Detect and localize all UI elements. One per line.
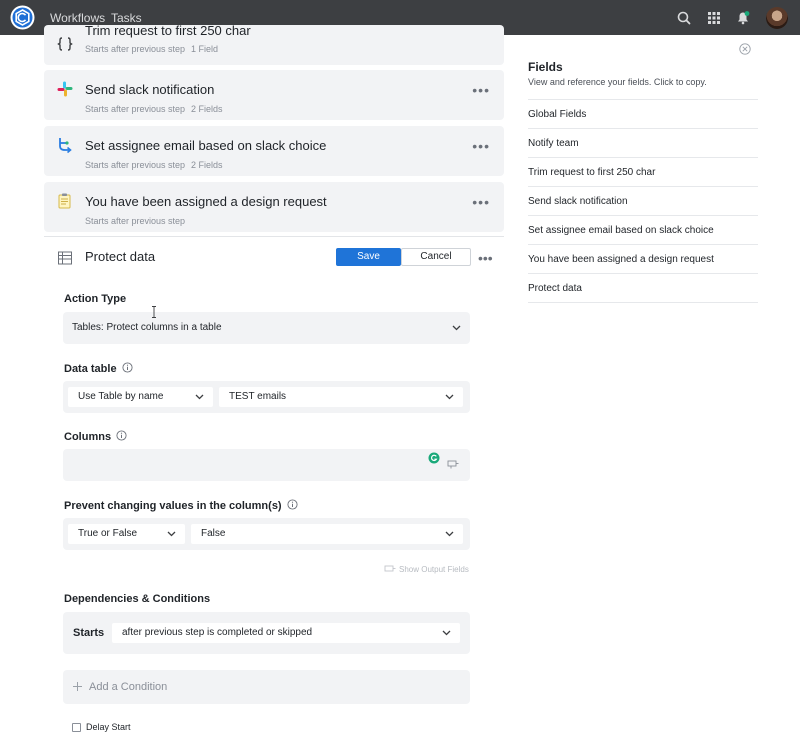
chevron-down-icon — [195, 394, 204, 400]
slack-icon — [57, 81, 73, 97]
action-type-value: Tables: Protect columns in a table — [72, 322, 222, 333]
chevron-down-icon — [442, 630, 451, 636]
search-icon[interactable] — [676, 10, 692, 26]
app-logo-icon[interactable] — [10, 5, 35, 30]
step-start-text: Starts after previous step — [85, 104, 186, 114]
field-item-trim-request[interactable]: Trim request to first 250 char — [528, 158, 758, 187]
step-subtitle: Starts after previous step 2 Fields — [85, 160, 223, 170]
step-editor-protect-data: Protect data Save Cancel ••• Action Type… — [44, 236, 504, 741]
field-item-notify-team[interactable]: Notify team — [528, 129, 758, 158]
step-menu-icon[interactable]: ••• — [472, 83, 490, 97]
step-title: Trim request to first 250 char — [85, 23, 251, 38]
user-avatar[interactable] — [766, 7, 788, 29]
info-icon[interactable] — [122, 362, 133, 373]
info-icon[interactable] — [287, 499, 298, 510]
prevent-type-select[interactable]: True or False — [68, 524, 185, 544]
data-table-value: TEST emails — [229, 391, 287, 402]
step-field-count: 2 Fields — [191, 104, 223, 114]
delay-start-checkbox-row[interactable]: Delay Start — [72, 722, 152, 734]
close-icon[interactable] — [739, 43, 751, 55]
step-title: Send slack notification — [85, 82, 215, 97]
table-icon — [58, 251, 72, 265]
chevron-down-icon — [445, 394, 454, 400]
step-card-send-slack[interactable]: Send slack notification Starts after pre… — [44, 70, 504, 120]
data-table-select[interactable]: TEST emails — [219, 387, 463, 407]
data-table-mode-value: Use Table by name — [78, 391, 164, 402]
prevent-value-select[interactable]: False — [191, 524, 463, 544]
fields-side-panel: Fields View and reference your fields. C… — [517, 35, 800, 741]
step-subtitle: Starts after previous step — [85, 216, 185, 226]
show-output-fields-label: Show Output Fields — [399, 565, 469, 574]
step-title: You have been assigned a design request — [85, 194, 327, 209]
fields-list: Global Fields Notify team Trim request t… — [528, 99, 758, 303]
field-item-send-slack[interactable]: Send slack notification — [528, 187, 758, 216]
field-item-global-fields[interactable]: Global Fields — [528, 100, 758, 129]
data-table-panel: Use Table by name TEST emails — [63, 381, 470, 413]
prevent-type-value: True or False — [78, 528, 138, 539]
output-fields-icon — [384, 565, 396, 572]
data-table-label-text: Data table — [64, 363, 117, 375]
insert-field-icon[interactable] — [447, 458, 459, 470]
notepad-icon — [58, 193, 71, 209]
starts-label: Starts — [73, 627, 105, 639]
text-cursor-icon — [152, 306, 156, 318]
step-editor-title: Protect data — [85, 249, 156, 264]
columns-input[interactable] — [63, 449, 470, 481]
columns-label: Columns — [64, 430, 127, 443]
cancel-button[interactable]: Cancel — [401, 248, 471, 266]
prevent-value: False — [201, 528, 226, 539]
starts-panel: Starts after previous step is completed … — [63, 612, 470, 654]
step-menu-icon[interactable]: ••• — [472, 195, 490, 209]
step-card-assigned-design-request[interactable]: You have been assigned a design request … — [44, 182, 504, 232]
delay-start-label: Delay Start — [86, 722, 131, 732]
step-start-text: Starts after previous step — [85, 160, 186, 170]
show-output-fields-link[interactable]: Show Output Fields — [384, 564, 474, 576]
plus-icon — [73, 682, 82, 691]
starts-select[interactable]: after previous step is completed or skip… — [112, 623, 460, 643]
step-card-trim-request[interactable]: Trim request to first 250 char Starts af… — [44, 23, 504, 65]
add-condition-button[interactable]: Add a Condition — [63, 670, 470, 704]
data-table-mode-select[interactable]: Use Table by name — [68, 387, 213, 407]
data-table-label: Data table — [64, 362, 133, 375]
save-button[interactable]: Save — [336, 248, 401, 266]
step-start-text: Starts after previous step — [85, 44, 186, 54]
step-subtitle: Starts after previous step 1 Field — [85, 44, 218, 54]
step-field-count: 1 Field — [191, 44, 219, 54]
prevent-changing-label-text: Prevent changing values in the column(s) — [64, 500, 282, 512]
delay-start-checkbox[interactable] — [72, 723, 81, 732]
step-card-set-assignee[interactable]: Set assignee email based on slack choice… — [44, 126, 504, 176]
prevent-changing-label: Prevent changing values in the column(s) — [64, 499, 298, 512]
step-field-count: 2 Fields — [191, 160, 223, 170]
step-subtitle: Starts after previous step 2 Fields — [85, 104, 223, 114]
action-type-select[interactable]: Tables: Protect columns in a table — [63, 312, 470, 344]
fields-panel-title: Fields — [528, 60, 563, 74]
chevron-down-icon — [445, 531, 454, 537]
starts-value: after previous step is completed or skip… — [122, 627, 313, 638]
fields-panel-description: View and reference your fields. Click to… — [528, 77, 707, 87]
columns-label-text: Columns — [64, 431, 112, 443]
apps-grid-icon[interactable] — [706, 10, 722, 26]
notification-bell-icon[interactable] — [735, 10, 751, 26]
prevent-changing-panel: True or False False — [63, 518, 470, 550]
step-title: Set assignee email based on slack choice — [85, 138, 327, 153]
action-type-label: Action Type — [64, 293, 127, 305]
field-item-set-assignee[interactable]: Set assignee email based on slack choice — [528, 216, 758, 245]
field-item-protect-data[interactable]: Protect data — [528, 274, 758, 303]
step-menu-icon[interactable]: ••• — [478, 250, 493, 266]
field-item-assigned-design-request[interactable]: You have been assigned a design request — [528, 245, 758, 274]
info-icon[interactable] — [116, 430, 127, 441]
step-menu-icon[interactable]: ••• — [472, 139, 490, 153]
grammarly-icon[interactable] — [428, 452, 440, 464]
step-start-text: Starts after previous step — [85, 216, 186, 226]
add-condition-label: Add a Condition — [89, 681, 168, 693]
dependencies-label: Dependencies & Conditions — [64, 593, 211, 605]
chevron-down-icon — [167, 531, 176, 537]
chevron-down-icon — [452, 325, 461, 331]
branch-icon — [59, 138, 72, 154]
code-braces-icon — [57, 37, 73, 51]
